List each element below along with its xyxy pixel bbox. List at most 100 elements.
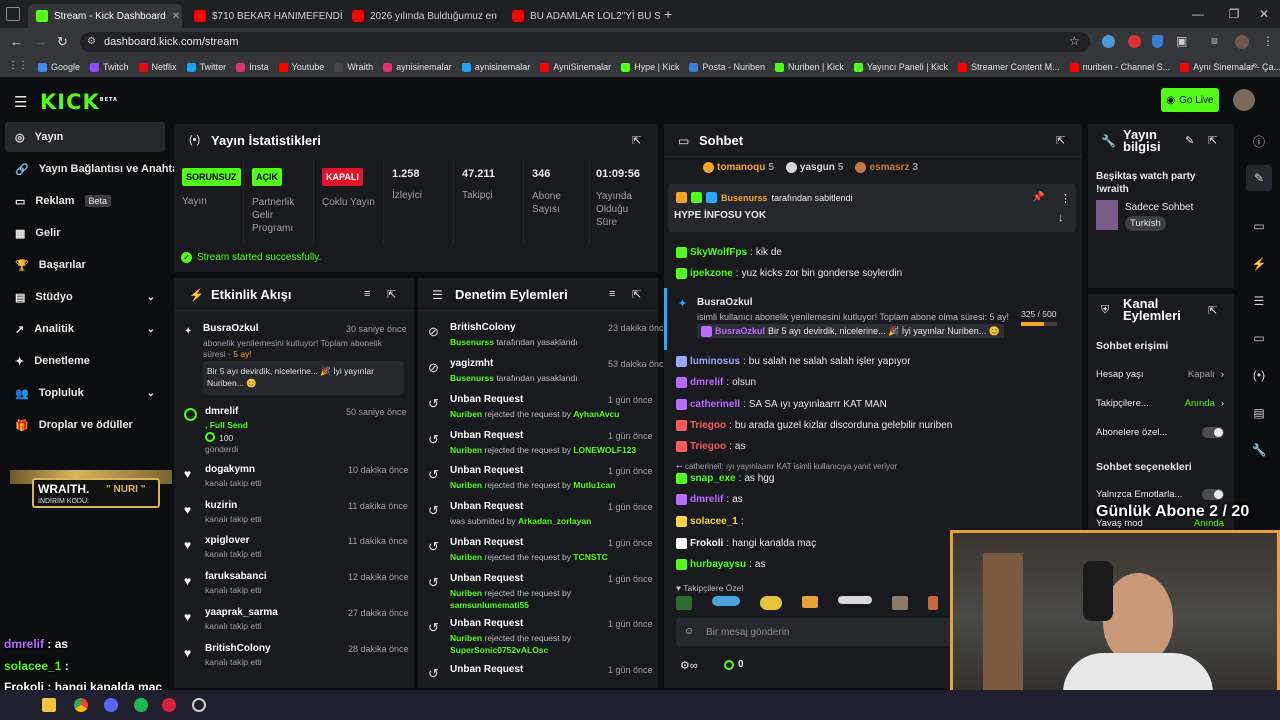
sidebar-item-denetleme[interactable]: ✦ Denetleme (5, 346, 165, 376)
bookmark-item[interactable]: Nuriben | Kick (774, 62, 844, 72)
url-input[interactable]: dashboard.kick.com/stream (80, 32, 1090, 52)
filter-icon[interactable]: ≡ (609, 288, 615, 300)
emote-icon[interactable] (928, 596, 938, 610)
tab-search-icon[interactable] (6, 7, 20, 21)
tab-kick-dashboard[interactable]: Stream - Kick Dashboard ✕ (28, 4, 182, 28)
chat-icon[interactable]: ▭ (1246, 325, 1272, 351)
emote-icon[interactable] (760, 596, 782, 610)
badge-icon (676, 559, 687, 570)
sidebar-item-yayin[interactable]: ◎ Yayın (5, 122, 165, 152)
tab-youtube-3[interactable]: BU ADAMLAR LOL2"Yİ BU SEFER✕ (504, 4, 660, 28)
promo-code-label: İNDİRİM KODU: (38, 498, 89, 505)
popout-icon[interactable]: ⇱ (387, 288, 396, 301)
back-icon[interactable]: ← (10, 34, 23, 49)
riot-icon[interactable] (162, 698, 176, 712)
edit-icon[interactable]: ✎ (1246, 165, 1272, 191)
minimize-icon[interactable]: — (1178, 4, 1218, 24)
emote-icon[interactable] (802, 596, 818, 608)
extension-icon[interactable] (1128, 35, 1141, 48)
reload-icon[interactable]: ↻ (57, 34, 68, 50)
bookmark-item[interactable]: Netflix (138, 62, 177, 72)
sidebar-item-gelir[interactable]: ▦ Gelir (5, 218, 165, 248)
bookmark-item[interactable]: Posta - Nuriben (689, 62, 765, 72)
sidebar-item-droplar[interactable]: 🎁 Droplar ve ödüller (5, 410, 165, 440)
account-age-row[interactable]: Hesap yaşı Kapalı › (1096, 369, 1224, 380)
subscribers-only-toggle[interactable] (1202, 427, 1224, 438)
menu-icon[interactable]: ⋮ (1262, 34, 1274, 48)
bookmark-item[interactable]: aynisinemalar (461, 62, 530, 72)
bookmark-item[interactable]: Twitter (186, 62, 226, 72)
bookmark-item[interactable]: Hype | Kick (621, 62, 679, 72)
followers-only-row[interactable]: Takipçilere... Anında › (1096, 398, 1224, 409)
chat-input[interactable]: ☺ Bir mesaj gönderin (676, 618, 956, 646)
arrow-down-icon[interactable]: ↓ (1058, 212, 1064, 224)
media-icon[interactable]: ≡ (1211, 34, 1218, 48)
forward-icon[interactable]: → (34, 34, 47, 49)
emote-icon[interactable] (838, 596, 872, 604)
star-icon[interactable]: ☆ (1069, 34, 1080, 48)
bookmark-item[interactable]: nuriben - Channel S... (1069, 62, 1170, 72)
emote-only-row[interactable]: Yalnızca Emotlarla... (1096, 489, 1224, 500)
extension-icon[interactable] (1102, 35, 1115, 48)
bookmark-item[interactable]: Insta (236, 62, 269, 72)
popout-icon[interactable]: ⇱ (1056, 134, 1065, 147)
close-icon[interactable]: ✕ (172, 11, 180, 22)
bookmark-item[interactable]: Google (38, 62, 80, 72)
sidebar-item-topluluk[interactable]: 👥 Topluluk ⌄ (5, 378, 165, 408)
bookmark-item[interactable]: Streamer Content M... (958, 62, 1060, 72)
sidebar-item-basarilar[interactable]: 🏆 Başarılar (5, 250, 165, 280)
printer-icon[interactable]: ▤ (1246, 400, 1272, 426)
bookmark-item[interactable]: AyniSinemalar (540, 62, 611, 72)
profile-avatar[interactable] (1235, 35, 1249, 49)
sidebar-item-reklam[interactable]: ▭ Reklam Beta (5, 186, 165, 216)
emoji-icon[interactable]: ☺ (684, 626, 694, 637)
bookmark-item[interactable]: Youtube (278, 62, 324, 72)
popout-icon[interactable]: ⇱ (632, 288, 641, 301)
popout-icon[interactable]: ⇱ (632, 134, 641, 147)
bookmark-item[interactable]: aynisinemalar (383, 62, 452, 72)
folder-icon[interactable] (42, 698, 56, 712)
subscribers-only-row[interactable]: Abonelere özel... (1096, 427, 1224, 438)
popout-icon[interactable]: ⇱ (1208, 304, 1217, 317)
emote-only-toggle[interactable] (1202, 489, 1224, 500)
bookmark-item[interactable]: Yayıncı Paneli | Kick (853, 62, 948, 72)
sidebar-item-stream-key[interactable]: 🔗 Yayın Bağlantısı ve Anahtarı (5, 154, 175, 184)
spotify-icon[interactable] (134, 698, 148, 712)
edit-icon[interactable]: ✎ (1185, 134, 1194, 147)
tab-youtube-1[interactable]: $710 BEKAR HANIMEFENDİNİN✕ (186, 4, 342, 28)
wrench-icon[interactable]: 🔧 (1246, 437, 1272, 463)
chrome-icon[interactable] (74, 698, 88, 712)
shield-icon[interactable] (1152, 35, 1163, 48)
new-tab-button[interactable]: + (664, 6, 672, 22)
lightning-icon[interactable]: ⚡ (1246, 251, 1272, 277)
tab-youtube-2[interactable]: 2026 yılında Bulduğumuz en iy✕ (344, 4, 500, 28)
broadcast-icon[interactable]: (•) (1246, 362, 1272, 388)
extensions-puzzle-icon[interactable]: ▣ (1176, 34, 1187, 48)
emote-icon[interactable] (676, 596, 692, 610)
sidebar-item-analitik[interactable]: ↗ Analitik ⌄ (5, 314, 165, 344)
bookmark-item[interactable]: Aynı Sinemalar - Ça... (1180, 62, 1280, 72)
more-bookmarks-icon[interactable]: » (1252, 60, 1258, 71)
list-icon[interactable]: ☰ (1246, 288, 1272, 314)
panel-icon[interactable]: ▭ (1246, 213, 1272, 239)
emote-icon[interactable] (892, 596, 908, 610)
filter-icon[interactable]: ≡ (364, 288, 370, 300)
obs-icon[interactable] (192, 698, 206, 712)
pin-icon[interactable]: 📌 (1032, 192, 1044, 203)
bookmark-item[interactable]: Wraith (334, 62, 373, 72)
emote-icon[interactable] (712, 596, 740, 606)
user-avatar[interactable] (1233, 89, 1255, 111)
apps-icon[interactable]: ⋮⋮ (8, 60, 28, 71)
go-live-button[interactable]: ◉ Go Live (1161, 88, 1219, 112)
popout-icon[interactable]: ⇱ (1208, 134, 1217, 147)
close-window-icon[interactable]: ✕ (1244, 4, 1280, 24)
sidebar-item-studyo[interactable]: ▤ Stüdyo ⌄ (5, 282, 165, 312)
hamburger-menu-icon[interactable]: ☰ (14, 93, 27, 111)
more-icon[interactable]: ⋮ (1060, 192, 1071, 205)
kick-logo[interactable]: KICKBETA (40, 90, 118, 114)
site-info-icon[interactable]: ⚙ (87, 36, 96, 47)
info-icon[interactable]: ⓘ (1246, 128, 1272, 154)
bookmark-item[interactable]: Twitch (90, 62, 129, 72)
settings-icon[interactable]: ⚙∞ (680, 659, 698, 672)
discord-icon[interactable] (104, 698, 118, 712)
